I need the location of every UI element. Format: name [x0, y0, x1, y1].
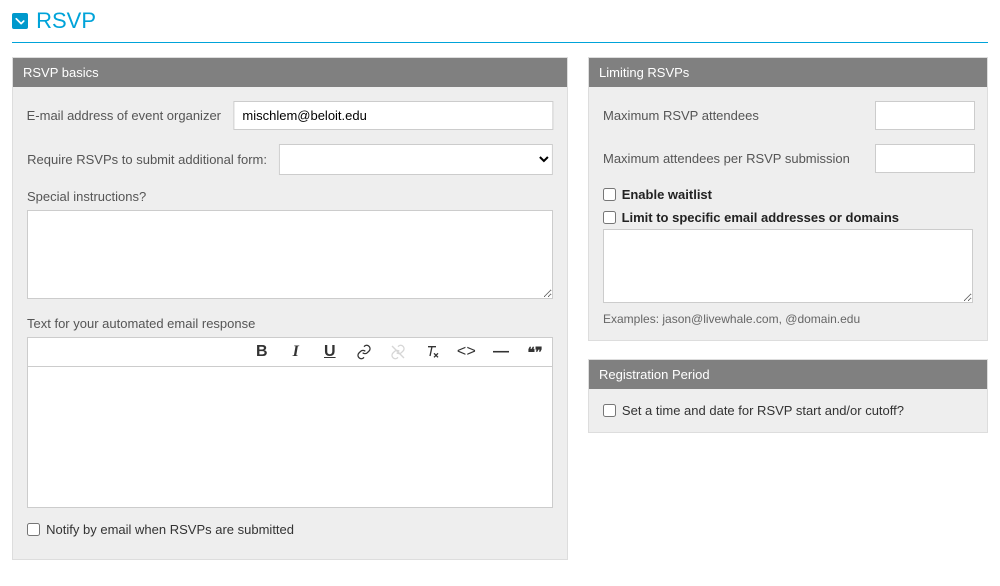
- enable-waitlist-checkbox[interactable]: [603, 188, 616, 201]
- page-title: RSVP: [36, 8, 96, 34]
- limit-domains-textarea[interactable]: [603, 229, 973, 303]
- max-per-submission-input[interactable]: [875, 144, 975, 173]
- email-response-content[interactable]: [28, 367, 552, 507]
- max-attendees-label: Maximum RSVP attendees: [603, 108, 863, 123]
- automated-email-label: Text for your automated email response: [27, 316, 553, 331]
- clear-format-button[interactable]: [423, 344, 441, 360]
- special-instructions-label: Special instructions?: [27, 189, 553, 204]
- hr-button[interactable]: —: [492, 344, 510, 360]
- underline-button[interactable]: U: [321, 344, 339, 360]
- rsvp-enabled-icon[interactable]: [12, 13, 28, 29]
- max-per-submission-label: Maximum attendees per RSVP submission: [603, 151, 863, 166]
- unlink-button[interactable]: [389, 344, 407, 360]
- notify-label: Notify by email when RSVPs are submitted: [46, 522, 294, 537]
- set-time-checkbox[interactable]: [603, 404, 616, 417]
- embed-button[interactable]: <>: [457, 344, 476, 360]
- bold-button[interactable]: B: [253, 344, 271, 360]
- italic-button[interactable]: I: [287, 344, 305, 360]
- email-response-editor: B I U: [27, 337, 553, 508]
- limit-domains-checkbox[interactable]: [603, 211, 616, 224]
- rsvp-basics-header: RSVP basics: [13, 58, 567, 87]
- require-form-label: Require RSVPs to submit additional form:: [27, 152, 267, 167]
- max-attendees-input[interactable]: [875, 101, 975, 130]
- rsvp-basics-panel: RSVP basics E-mail address of event orga…: [12, 57, 568, 560]
- special-instructions-textarea[interactable]: [27, 210, 553, 299]
- set-time-label: Set a time and date for RSVP start and/o…: [622, 403, 904, 418]
- limiting-header: Limiting RSVPs: [589, 58, 987, 87]
- domains-examples: Examples: jason@livewhale.com, @domain.e…: [603, 312, 973, 326]
- limit-domains-label: Limit to specific email addresses or dom…: [622, 210, 899, 225]
- enable-waitlist-label: Enable waitlist: [622, 187, 712, 202]
- registration-header: Registration Period: [589, 360, 987, 389]
- quote-button[interactable]: ❝❞: [526, 345, 544, 359]
- header-divider: [12, 42, 988, 43]
- registration-period-panel: Registration Period Set a time and date …: [588, 359, 988, 433]
- notify-checkbox[interactable]: [27, 523, 40, 536]
- limiting-rsvps-panel: Limiting RSVPs Maximum RSVP attendees Ma…: [588, 57, 988, 341]
- link-button[interactable]: [355, 344, 373, 360]
- organizer-email-input[interactable]: [233, 101, 553, 130]
- require-form-select[interactable]: [279, 144, 553, 175]
- organizer-email-label: E-mail address of event organizer: [27, 108, 221, 123]
